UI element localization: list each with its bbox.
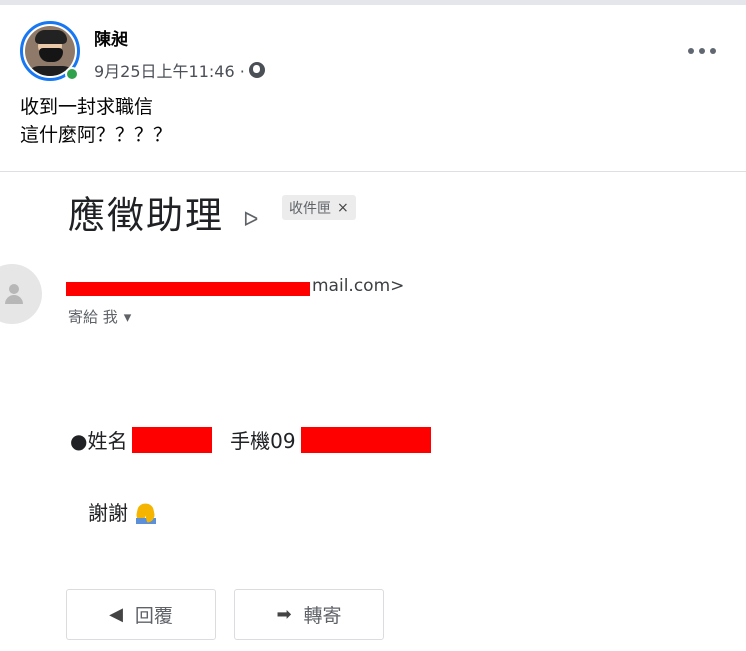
face-mask: [39, 48, 63, 62]
more-dot: [699, 48, 705, 54]
inbox-label-chip: 收件匣 ×: [282, 195, 356, 220]
praying-hands-icon: [134, 502, 158, 524]
post-meta: 9月25日上午11:46 ·: [94, 58, 265, 82]
name-redaction: [132, 427, 212, 453]
online-status-icon: [65, 67, 79, 81]
person-head: [9, 284, 19, 294]
post-timestamp[interactable]: 9月25日上午11:46 ·: [94, 58, 245, 82]
globe-icon[interactable]: [248, 62, 265, 78]
inbox-label: 收件匣: [289, 200, 331, 217]
more-dot: [688, 48, 694, 54]
phone-redaction: [301, 427, 431, 453]
facebook-post: 陳昶 9月25日上午11:46 · 收到一封求職信 這什麼阿？？？？ 應徵助理 …: [0, 5, 746, 651]
sender-avatar: [0, 264, 42, 324]
forward-icon: ➡: [276, 604, 292, 625]
forward-button[interactable]: ➡ 轉寄: [234, 589, 384, 640]
post-text-line: 這什麼阿？？？？: [20, 124, 173, 146]
reply-label: 回覆: [134, 605, 173, 627]
post-text: 收到一封求職信 這什麼阿？？？？: [20, 93, 172, 149]
forward-label: 轉寄: [303, 605, 342, 627]
thanks-text: 謝謝: [88, 501, 128, 525]
author-name[interactable]: 陳昶: [94, 25, 128, 50]
chevron-down-icon: ▾: [123, 307, 132, 326]
profile-hair: [35, 30, 67, 44]
more-options-icon[interactable]: [684, 39, 720, 63]
more-dot: [710, 48, 716, 54]
reply-button[interactable]: ◀ 回覆: [66, 589, 216, 640]
recipient-line: 寄給 我 ▾: [68, 306, 131, 327]
important-marker-icon: ᐅ: [243, 207, 259, 231]
recipient-label: 寄給 我: [68, 308, 118, 326]
thanks-line: 謝謝: [88, 497, 158, 526]
post-text-line: 收到一封求職信: [20, 96, 154, 118]
email-subject: 應徵助理: [68, 194, 224, 237]
close-icon: ×: [337, 199, 349, 216]
phone-label: 手機09: [230, 429, 296, 453]
reply-icon: ◀: [109, 604, 123, 625]
sender-domain: mail.com>: [312, 276, 405, 296]
name-label: ●姓名: [70, 429, 128, 453]
person-body: [5, 295, 23, 304]
sender-redaction: [66, 282, 310, 296]
email-screenshot[interactable]: 應徵助理 ᐅ 收件匣 × mail.com> 寄給 我 ▾ ●姓名 手機09 謝…: [0, 172, 746, 651]
